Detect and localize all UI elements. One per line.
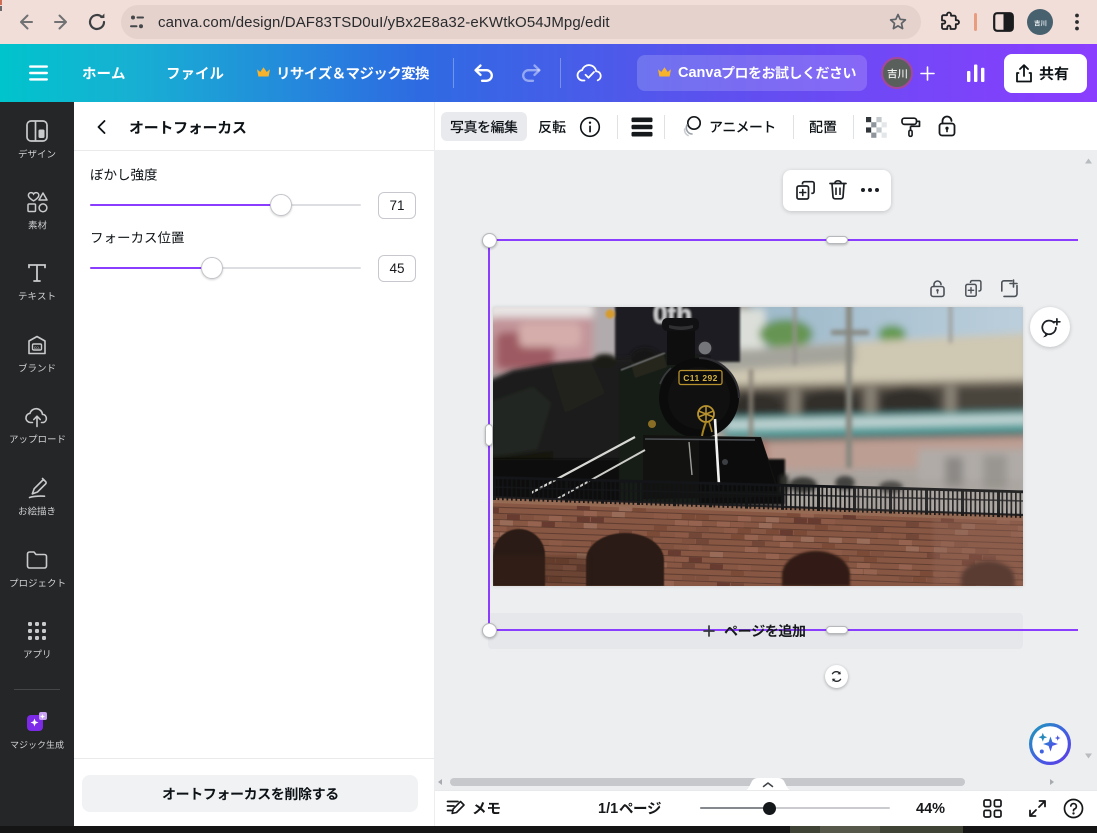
svg-text:co.: co. — [34, 345, 40, 350]
svg-text:C11 292: C11 292 — [683, 373, 717, 383]
